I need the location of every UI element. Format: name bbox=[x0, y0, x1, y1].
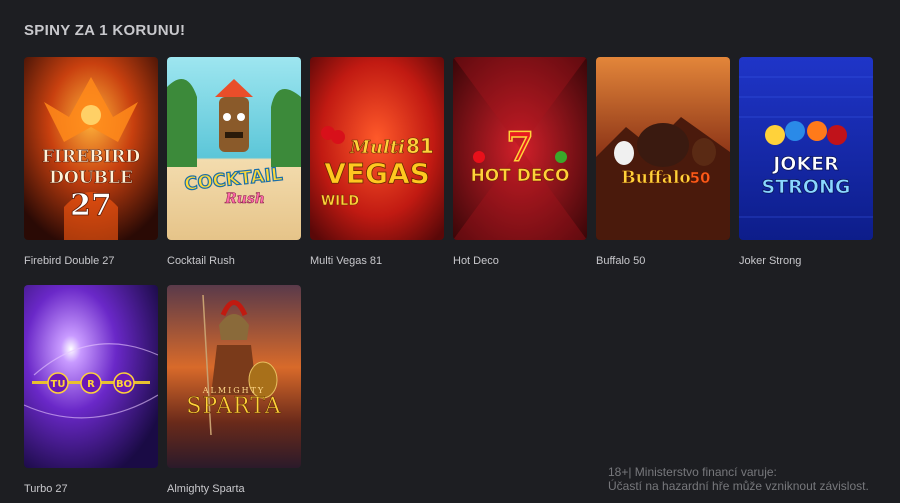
art-title-line-2: HOT DECO bbox=[471, 166, 570, 186]
game-thumbnail[interactable]: Multi 81 VEGAS WILD bbox=[310, 57, 444, 240]
game-thumbnail[interactable]: 7 HOT DECO bbox=[453, 57, 587, 240]
art-title-line-2: SPARTA bbox=[186, 394, 281, 419]
warning-line-2: Účastí na hazardní hře může vzniknout zá… bbox=[608, 479, 869, 493]
game-thumbnail[interactable]: COCKTAIL Rush bbox=[167, 57, 301, 240]
game-tile-buffalo-50[interactable]: Buffalo 50 Buffalo 50 bbox=[596, 57, 730, 267]
art-title-line-1: Buffalo bbox=[621, 168, 691, 188]
game-title[interactable]: Turbo 27 bbox=[24, 483, 158, 495]
art-title-line-1: 7 bbox=[506, 124, 534, 171]
game-tile-firebird-double-27[interactable]: FIREBIRD DOUBLE 27 Firebird Double 27 bbox=[24, 57, 158, 267]
game-title[interactable]: Buffalo 50 bbox=[596, 255, 730, 267]
game-tile-cocktail-rush[interactable]: COCKTAIL Rush Cocktail Rush bbox=[167, 57, 301, 267]
game-tile-almighty-sparta[interactable]: ALMIGHTY SPARTA Almighty Sparta bbox=[167, 285, 301, 495]
game-title[interactable]: Firebird Double 27 bbox=[24, 255, 158, 267]
game-title[interactable]: Hot Deco bbox=[453, 255, 587, 267]
art-title-line-4: WILD bbox=[321, 194, 359, 209]
art-title-line-2: 50 bbox=[690, 169, 711, 187]
art-title-line-2: STRONG bbox=[762, 176, 851, 198]
art-title-line-2: DOUBLE bbox=[49, 168, 133, 188]
game-title[interactable]: Multi Vegas 81 bbox=[310, 255, 444, 267]
game-tile-turbo-27[interactable]: TU R BO Turbo 27 bbox=[24, 285, 158, 495]
art-title-line-1: TU bbox=[51, 379, 66, 390]
game-title[interactable]: Cocktail Rush bbox=[167, 255, 301, 267]
game-thumbnail[interactable]: Buffalo 50 bbox=[596, 57, 730, 240]
art-title-line-2: R bbox=[87, 379, 95, 390]
warning-line-1: 18+| Ministerstvo financí varuje: bbox=[608, 465, 777, 479]
game-title[interactable]: Almighty Sparta bbox=[167, 483, 301, 495]
game-tile-multi-vegas-81[interactable]: Multi 81 VEGAS WILD Multi Vegas 81 bbox=[310, 57, 444, 267]
art-title-line-3: 27 bbox=[70, 188, 112, 223]
gambling-warning: 18+| Ministerstvo financí varuje: Účastí… bbox=[608, 465, 898, 493]
game-thumbnail[interactable]: ALMIGHTY SPARTA bbox=[167, 285, 301, 468]
game-title[interactable]: Joker Strong bbox=[739, 255, 873, 267]
section-title: SPINY ZA 1 KORUNU! bbox=[24, 22, 186, 39]
art-title-line-2: Rush bbox=[224, 191, 265, 207]
game-tile-joker-strong[interactable]: JOKER STRONG Joker Strong bbox=[739, 57, 873, 267]
art-title-line-3: BO bbox=[116, 379, 132, 390]
art-title-line-1: FIREBIRD bbox=[42, 147, 141, 167]
art-title-line-1: JOKER bbox=[771, 153, 839, 175]
game-thumbnail[interactable]: TU R BO bbox=[24, 285, 158, 468]
art-title-line-2: VEGAS bbox=[324, 157, 430, 190]
game-thumbnail[interactable]: JOKER STRONG bbox=[739, 57, 873, 240]
game-tile-hot-deco[interactable]: 7 HOT DECO Hot Deco bbox=[453, 57, 587, 267]
art-title-line-3: 81 bbox=[406, 134, 434, 158]
game-thumbnail[interactable]: FIREBIRD DOUBLE 27 bbox=[24, 57, 158, 240]
art-title-line-1: Multi bbox=[349, 137, 405, 158]
